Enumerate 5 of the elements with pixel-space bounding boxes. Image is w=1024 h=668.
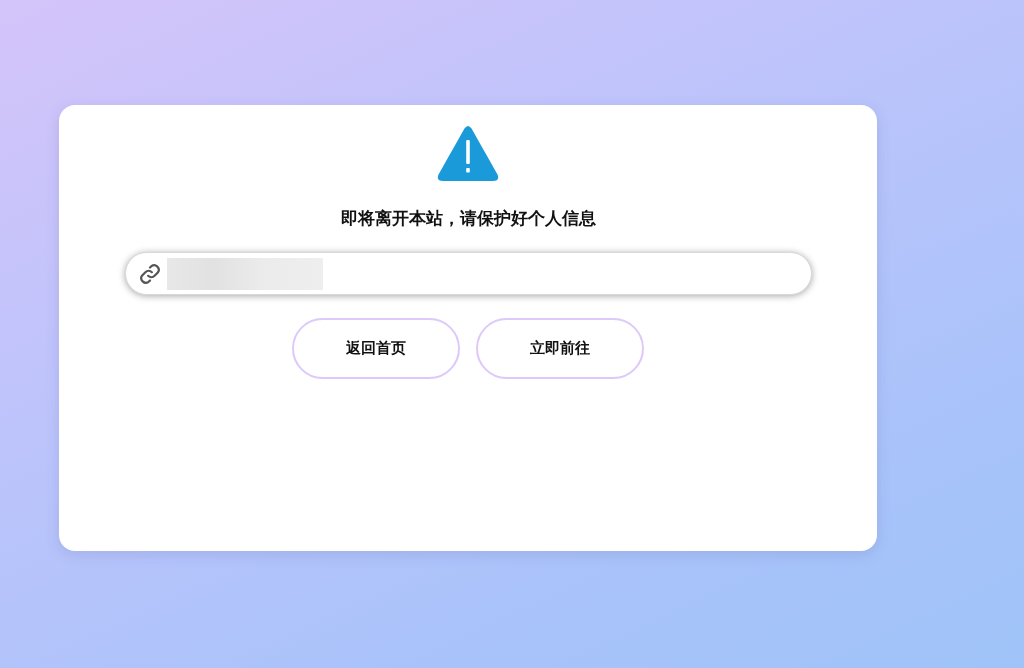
link-icon xyxy=(138,262,161,285)
notice-title: 即将离开本站，请保护好个人信息 xyxy=(340,207,596,230)
action-button[interactable]: 立即前往 xyxy=(476,318,644,379)
warning-icon xyxy=(437,125,499,182)
action-button[interactable]: 返回首页 xyxy=(292,318,460,379)
